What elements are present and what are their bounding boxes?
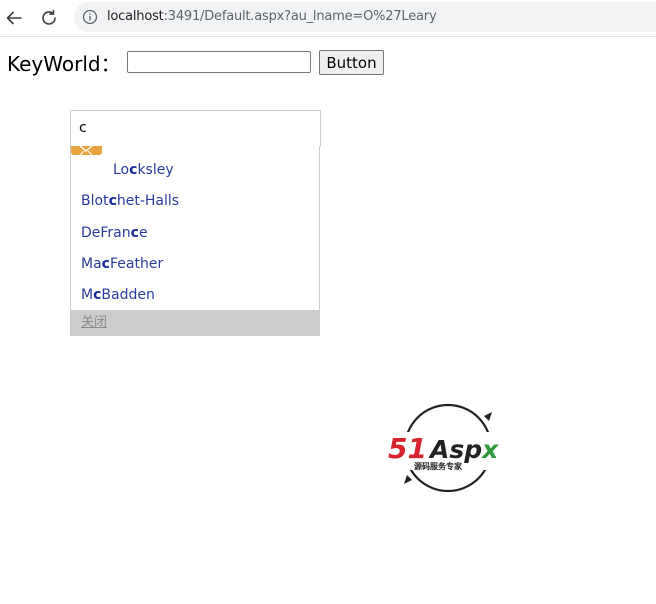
logo-aspx: Aspx [428, 435, 499, 464]
logo-51: 51 [388, 432, 427, 465]
url-path: :3491/Default.aspx?au_lname=O%27Leary [163, 9, 437, 24]
submit-button[interactable]: Button [319, 50, 384, 75]
broken-image-icon [71, 146, 102, 155]
logo-tagline: 源码服务专家 [414, 461, 463, 471]
keyword-label: KeyWorld： [7, 52, 121, 76]
suggestion-item[interactable]: MacFeather [71, 250, 329, 278]
suggestion-item[interactable]: Blotchet-Halls [71, 187, 329, 215]
match-highlight: c [108, 193, 117, 209]
keyword-input[interactable] [127, 51, 311, 73]
browser-toolbar: localhost:3491/Default.aspx?au_lname=O%2… [0, 0, 656, 37]
info-icon[interactable] [82, 9, 98, 25]
back-arrow-icon [6, 11, 22, 25]
suggestion-item[interactable]: DeFrance [71, 219, 329, 247]
url-host: localhost [107, 9, 164, 24]
reload-button[interactable] [35, 4, 63, 32]
address-bar[interactable]: localhost:3491/Default.aspx?au_lname=O%2… [74, 2, 656, 32]
match-highlight: c [130, 225, 139, 241]
51aspx-logo: 51 Aspx 源码服务专家 [386, 403, 514, 493]
close-suggestions-link[interactable]: 关闭 [71, 310, 319, 335]
autocomplete-input[interactable]: c [70, 110, 321, 147]
suggestion-item[interactable]: Locksley [71, 156, 361, 184]
autocomplete-dropdown: Locksley Blotchet-Halls DeFrance MacFeat… [70, 146, 320, 336]
back-button[interactable] [0, 4, 28, 32]
suggestion-item[interactable]: McBadden [71, 281, 329, 309]
url-text[interactable]: localhost:3491/Default.aspx?au_lname=O%2… [107, 9, 437, 24]
match-highlight: c [101, 256, 110, 272]
reload-icon [42, 9, 56, 25]
